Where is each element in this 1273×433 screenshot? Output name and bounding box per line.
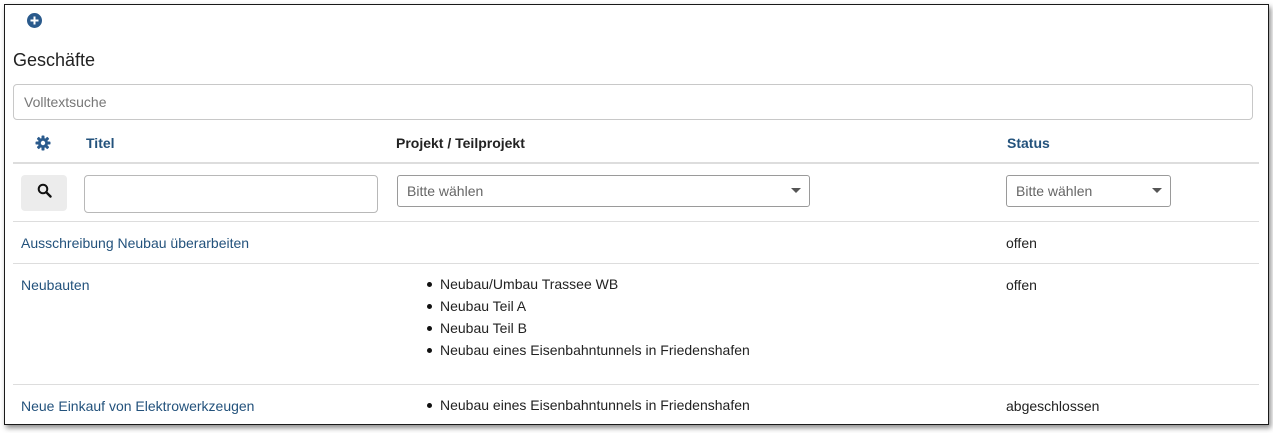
app-frame: Geschäfte Titel Projekt / Teilprojekt St… — [4, 4, 1269, 425]
row-divider — [13, 221, 1259, 222]
project-list-item: Neubau/Umbau Trassee WB — [426, 273, 750, 295]
header-divider — [13, 162, 1259, 164]
gear-icon[interactable] — [35, 135, 51, 151]
project-list-item: Neubau Teil A — [426, 295, 750, 317]
project-list: Neubau eines Eisenbahntunnels in Frieden… — [426, 394, 750, 416]
column-header-title[interactable]: Titel — [86, 135, 115, 151]
chevron-down-icon — [791, 188, 801, 193]
column-header-project: Projekt / Teilprojekt — [396, 135, 525, 151]
status-filter-value: Bitte wählen — [1016, 183, 1093, 199]
row-status: abgeschlossen — [1006, 398, 1100, 414]
row-title-link[interactable]: Neue Einkauf von Elektrowerkzeugen — [21, 398, 254, 414]
project-list-item: Neubau Teil B — [426, 317, 750, 339]
project-list-item: Neubau eines Eisenbahntunnels in Frieden… — [426, 339, 750, 361]
project-filter-select[interactable]: Bitte wählen — [397, 175, 810, 207]
row-title-link[interactable]: Ausschreibung Neubau überarbeiten — [21, 235, 249, 251]
project-list-item: Neubau eines Eisenbahntunnels in Frieden… — [426, 394, 750, 416]
status-filter-select[interactable]: Bitte wählen — [1006, 175, 1171, 207]
plus-circle-icon — [30, 16, 39, 25]
row-divider — [13, 263, 1259, 264]
project-list: Neubau/Umbau Trassee WB Neubau Teil A Ne… — [426, 273, 750, 361]
title-filter-input[interactable] — [84, 175, 378, 213]
project-filter-value: Bitte wählen — [407, 183, 484, 199]
search-icon — [37, 183, 52, 203]
chevron-down-icon — [1152, 188, 1162, 193]
add-business-button[interactable] — [27, 13, 42, 28]
page-title: Geschäfte — [13, 50, 96, 70]
row-title-link[interactable]: Neubauten — [21, 277, 90, 293]
row-status: offen — [1006, 277, 1037, 293]
filter-search-button[interactable] — [21, 175, 67, 211]
row-divider — [13, 384, 1259, 385]
row-status: offen — [1006, 235, 1037, 251]
fulltext-search-input[interactable] — [13, 84, 1253, 120]
column-header-status[interactable]: Status — [1007, 135, 1050, 151]
